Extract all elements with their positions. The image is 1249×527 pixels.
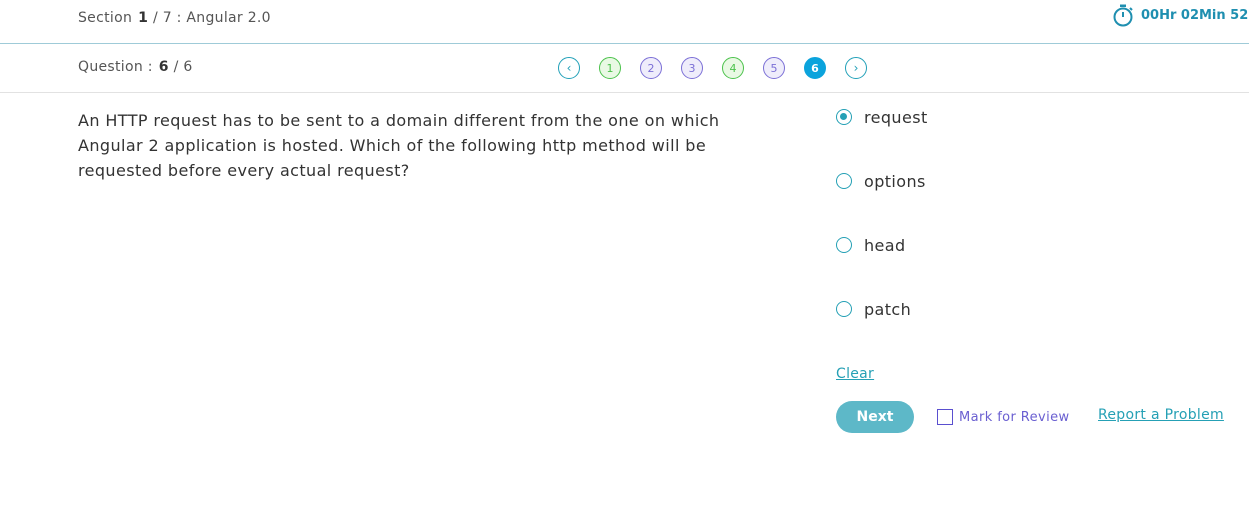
option-label: patch [864,299,912,319]
pager-page-3[interactable]: 3 [681,57,703,79]
question-text: An HTTP request has to be sent to a doma… [78,111,720,180]
section-indicator: Section 1 / 7 : Angular 2.0 [78,10,271,26]
section-rest: / 7 : Angular 2.0 [152,10,271,26]
radio-button[interactable] [836,301,852,317]
radio-button[interactable] [836,173,852,189]
mark-review-checkbox[interactable] [937,409,953,425]
timer-text: 00Hr 02Min 52 [1141,7,1249,23]
section-current: 1 [138,10,149,26]
chevron-right-icon: › [853,61,859,75]
timer: 00Hr 02Min 52 [1111,3,1248,27]
chevron-left-icon: ‹ [566,61,572,75]
report-problem-link[interactable]: Report a Problem [1098,407,1224,423]
pager-page-6[interactable]: 6 [804,57,826,79]
pager-next-button[interactable]: › [845,57,867,79]
next-button[interactable]: Next [836,401,914,433]
question-rest: / 6 [173,59,193,75]
option-head[interactable]: head [836,233,1136,257]
top-header: Section 1 / 7 : Angular 2.0 00Hr 02Min 52 [0,0,1249,44]
pager-prev-button[interactable]: ‹ [558,57,580,79]
mark-for-review[interactable]: Mark for Review [937,409,1070,425]
clear-link[interactable]: Clear [836,366,874,382]
section-label: Section [78,10,133,26]
radio-button[interactable] [836,237,852,253]
option-label: request [864,107,928,127]
pager-page-5[interactable]: 5 [763,57,785,79]
option-patch[interactable]: patch [836,297,1136,321]
mark-review-label: Mark for Review [959,409,1070,425]
question-current: 6 [158,59,169,75]
question-counter: Question : 6 / 6 [78,59,193,75]
pager-page-2[interactable]: 2 [640,57,662,79]
pager-page-1[interactable]: 1 [599,57,621,79]
question-bar: Question : 6 / 6 ‹ 1 2 3 4 5 6 › [0,44,1249,93]
option-options[interactable]: options [836,169,1136,193]
pager-page-4[interactable]: 4 [722,57,744,79]
radio-button-selected[interactable] [836,109,852,125]
question-label: Question : [78,59,153,75]
option-label: options [864,171,926,191]
option-request[interactable]: request [836,105,1136,129]
option-label: head [864,235,906,255]
stopwatch-icon [1113,4,1133,27]
